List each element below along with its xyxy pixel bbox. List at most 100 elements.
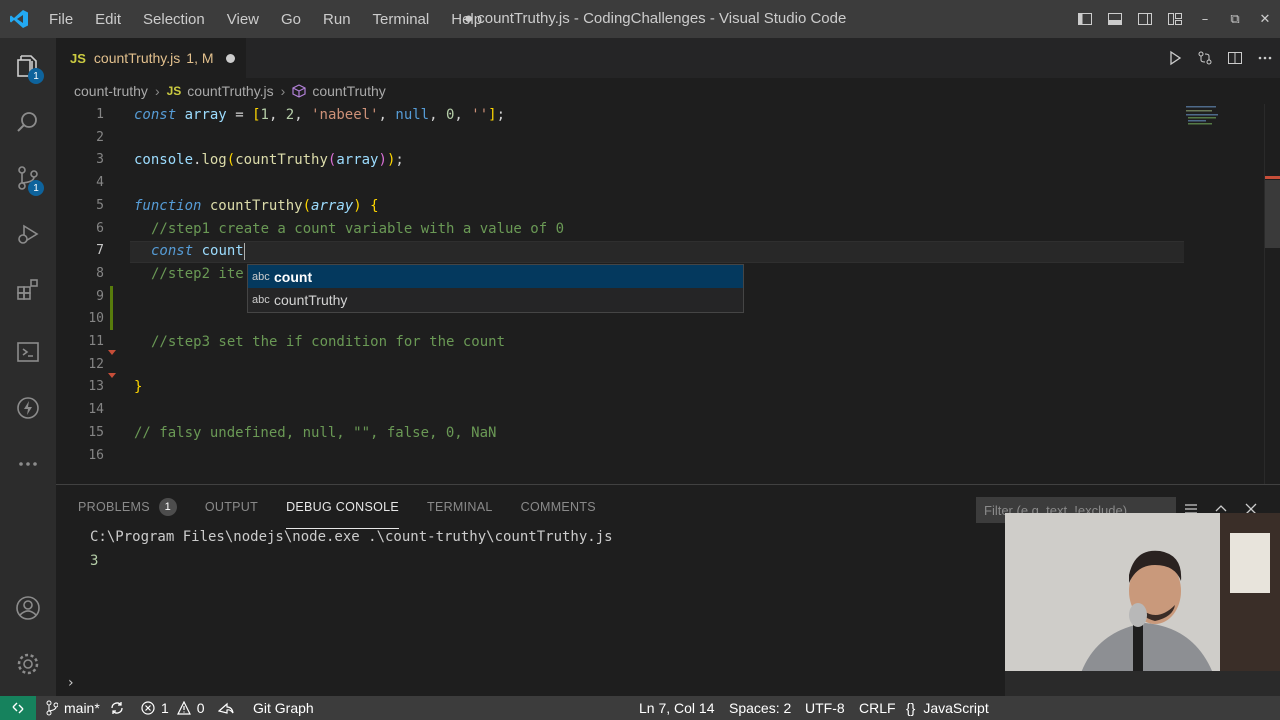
minimize-icon[interactable]: – <box>1190 0 1220 38</box>
breadcrumb-symbol[interactable]: countTruthy <box>312 83 385 99</box>
title-bar: File Edit Selection View Go Run Terminal… <box>0 0 1280 38</box>
chevron-right-icon: › <box>280 83 286 99</box>
console-output-line: C:\Program Files\nodejs\node.exe .\count… <box>90 529 613 545</box>
symbol-cube-icon <box>292 84 306 98</box>
vscode-logo-icon <box>0 0 38 38</box>
error-count: 1 <box>161 700 169 716</box>
javascript-file-icon: JS <box>166 84 182 98</box>
more-actions-icon[interactable] <box>1250 38 1280 78</box>
presenter-video-image <box>1005 513 1280 696</box>
settings-gear-icon[interactable] <box>0 636 56 692</box>
compare-changes-icon[interactable] <box>1190 38 1220 78</box>
menu-file[interactable]: File <box>38 11 84 28</box>
menu-run[interactable]: Run <box>312 11 362 28</box>
breadcrumb-folder[interactable]: count-truthy <box>74 83 148 99</box>
menu-selection[interactable]: Selection <box>132 11 216 28</box>
branch-name: main* <box>64 700 100 716</box>
warning-count: 0 <box>196 700 205 716</box>
search-icon[interactable] <box>0 94 56 150</box>
line-number: 9 <box>96 288 104 304</box>
code-line-3: console.log(countTruthy(array)); <box>134 152 404 169</box>
sync-icon[interactable] <box>110 696 124 720</box>
text-suggestion-icon: abc <box>252 293 270 306</box>
unsaved-dot-icon[interactable] <box>225 53 235 63</box>
line-number: 8 <box>96 265 104 281</box>
code-line-8: //step2 ite <box>151 265 244 282</box>
source-control-icon[interactable]: 1 <box>0 150 56 206</box>
branch-indicator[interactable]: main* <box>46 696 100 720</box>
code-line-15: // falsy undefined, null, "", false, 0, … <box>134 424 497 441</box>
git-graph-button[interactable]: Git Graph <box>253 696 314 720</box>
menu-edit[interactable]: Edit <box>84 11 132 28</box>
suggestion-item[interactable]: abc countTruthy <box>248 288 743 311</box>
thunder-client-icon[interactable] <box>0 380 56 436</box>
cursor-position[interactable]: Ln 7, Col 14 <box>639 696 715 720</box>
toggle-panel-icon[interactable] <box>1100 0 1130 38</box>
customize-layout-icon[interactable] <box>1160 0 1190 38</box>
line-number: 16 <box>88 447 104 463</box>
more-icon[interactable] <box>0 436 56 492</box>
close-window-icon[interactable]: ✕ <box>1250 0 1280 38</box>
code-line-13: } <box>134 379 143 396</box>
suggestion-item[interactable]: abc count <box>248 265 743 288</box>
warning-icon <box>176 701 191 715</box>
tab-terminal[interactable]: TERMINAL <box>427 485 493 529</box>
breadcrumb-file[interactable]: countTruthy.js <box>187 83 273 99</box>
extensions-icon[interactable] <box>0 262 56 318</box>
explorer-icon[interactable]: 1 <box>0 38 56 94</box>
remote-explorer-icon[interactable] <box>0 324 56 380</box>
webcam-overlay <box>1005 513 1280 696</box>
added-lines-marker <box>110 286 113 330</box>
braces-icon: {} <box>906 700 916 716</box>
accounts-icon[interactable] <box>0 580 56 636</box>
line-number: 2 <box>96 129 104 145</box>
deleted-line-marker <box>108 350 116 355</box>
encoding[interactable]: UTF-8 <box>805 696 845 720</box>
line-number: 10 <box>88 311 104 327</box>
line-number: 15 <box>88 424 104 440</box>
code-line-11: //step3 set the if condition for the cou… <box>151 334 506 350</box>
error-icon <box>141 701 155 715</box>
minimap[interactable] <box>1184 104 1264 134</box>
menu-terminal[interactable]: Terminal <box>362 11 441 28</box>
live-share-icon[interactable] <box>218 696 234 720</box>
line-number: 3 <box>96 152 104 168</box>
run-debug-icon[interactable] <box>0 206 56 262</box>
tab-comments[interactable]: COMMENTS <box>521 485 596 529</box>
menu-view[interactable]: View <box>216 11 270 28</box>
toggle-primary-sidebar-icon[interactable] <box>1070 0 1100 38</box>
menu-bar: File Edit Selection View Go Run Terminal… <box>38 0 493 38</box>
activity-bar: 1 1 <box>0 38 56 696</box>
tab-output[interactable]: OUTPUT <box>205 485 258 529</box>
split-editor-icon[interactable] <box>1220 38 1250 78</box>
language-mode[interactable]: {} JavaScript <box>906 696 989 720</box>
indentation[interactable]: Spaces: 2 <box>729 696 791 720</box>
toggle-secondary-sidebar-icon[interactable] <box>1130 0 1160 38</box>
restore-icon[interactable]: ⧉ <box>1220 0 1250 38</box>
editor-scrollbar[interactable] <box>1264 104 1280 484</box>
tab-countTruthy[interactable]: JS countTruthy.js 1, M <box>56 38 246 78</box>
line-number: 12 <box>88 356 104 372</box>
tab-debug-console[interactable]: DEBUG CONSOLE <box>286 485 400 529</box>
javascript-file-icon: JS <box>70 50 86 66</box>
tab-problems[interactable]: PROBLEMS 1 <box>78 485 177 529</box>
scrollbar-thumb[interactable] <box>1265 180 1280 248</box>
end-of-line[interactable]: CRLF <box>859 696 896 720</box>
console-output-value: 3 <box>90 553 99 569</box>
code-line-1: const array = [1, 2, 'nabeel', null, 0, … <box>134 107 505 123</box>
remote-indicator-icon[interactable] <box>0 696 36 720</box>
line-number: 4 <box>96 175 104 191</box>
problems-count-badge: 1 <box>158 498 177 516</box>
window-title: ● countTruthy.js - CodingChallenges - Vi… <box>464 10 847 27</box>
code-line-7: const count <box>151 242 245 260</box>
current-line-highlight <box>130 241 1184 263</box>
panel-tabs: PROBLEMS 1 OUTPUT DEBUG CONSOLE TERMINAL … <box>78 485 624 529</box>
status-bar: main* 1 0 Git Graph Ln 7, Col 14 Spaces:… <box>0 696 1280 720</box>
menu-go[interactable]: Go <box>270 11 312 28</box>
suggestion-label: countTruthy <box>274 291 348 308</box>
problems-indicator[interactable]: 1 0 <box>141 696 205 720</box>
run-icon[interactable] <box>1160 38 1190 78</box>
console-prompt-chevron-icon[interactable]: › <box>68 675 74 691</box>
breadcrumb: count-truthy › JS countTruthy.js › count… <box>56 78 1280 104</box>
scrollbar-error-marker <box>1265 176 1280 179</box>
